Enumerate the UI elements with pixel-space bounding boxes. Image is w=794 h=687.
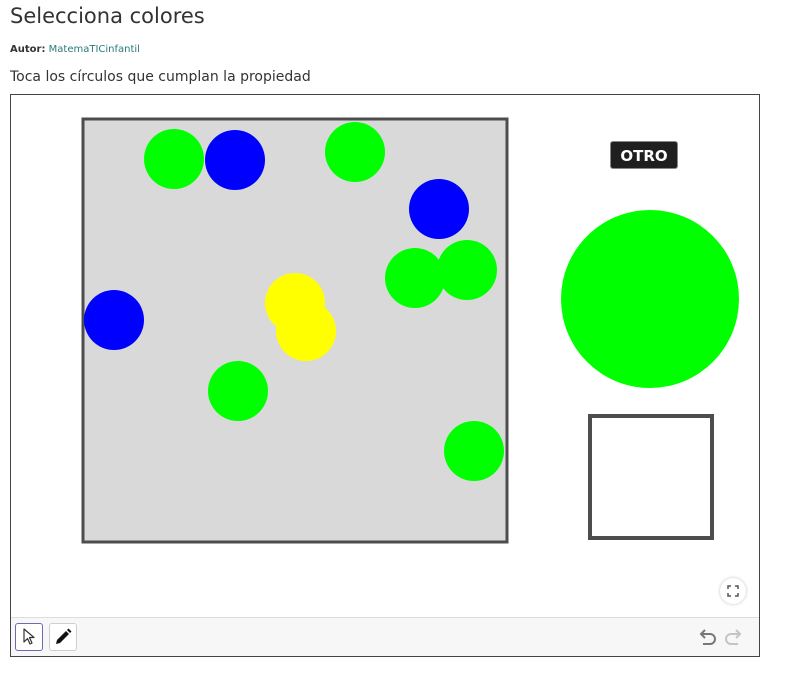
fullscreen-button[interactable] [720,578,746,604]
move-tool-button[interactable] [15,623,43,651]
applet-canvas [81,117,739,544]
author-link[interactable]: MatemaTICinfantil [49,44,140,55]
otro-button[interactable]: OTRO [610,141,678,169]
selection-box [588,414,714,540]
circle-yellow-2[interactable] [276,301,336,361]
author-line: Autor: MatemaTICinfantil [10,44,140,55]
applet-frame: OTRO [10,94,760,657]
fullscreen-icon [727,585,739,597]
instructions-text: Toca los círculos que cumplan la propied… [10,69,311,85]
circle-blue-2[interactable] [409,179,469,239]
circle-green-1[interactable] [144,129,204,189]
redo-icon [725,629,742,645]
page-title: Selecciona colores [10,4,205,28]
author-label: Autor: [10,44,46,55]
circle-blue-1[interactable] [205,130,265,190]
circle-green-5[interactable] [208,361,268,421]
bottom-toolbar [11,617,759,656]
circle-green-4[interactable] [437,240,497,300]
pen-tool-button[interactable] [49,623,77,651]
circle-green-6[interactable] [444,421,504,481]
cursor-arrow-icon [23,628,35,645]
pen-icon [56,628,72,644]
undo-button[interactable] [695,626,719,650]
redo-button[interactable] [722,626,746,650]
circle-green-3[interactable] [385,248,445,308]
circle-green-2[interactable] [325,122,385,182]
circle-blue-3[interactable] [84,290,144,350]
undo-icon [699,629,716,645]
target-color-circle [561,210,739,388]
